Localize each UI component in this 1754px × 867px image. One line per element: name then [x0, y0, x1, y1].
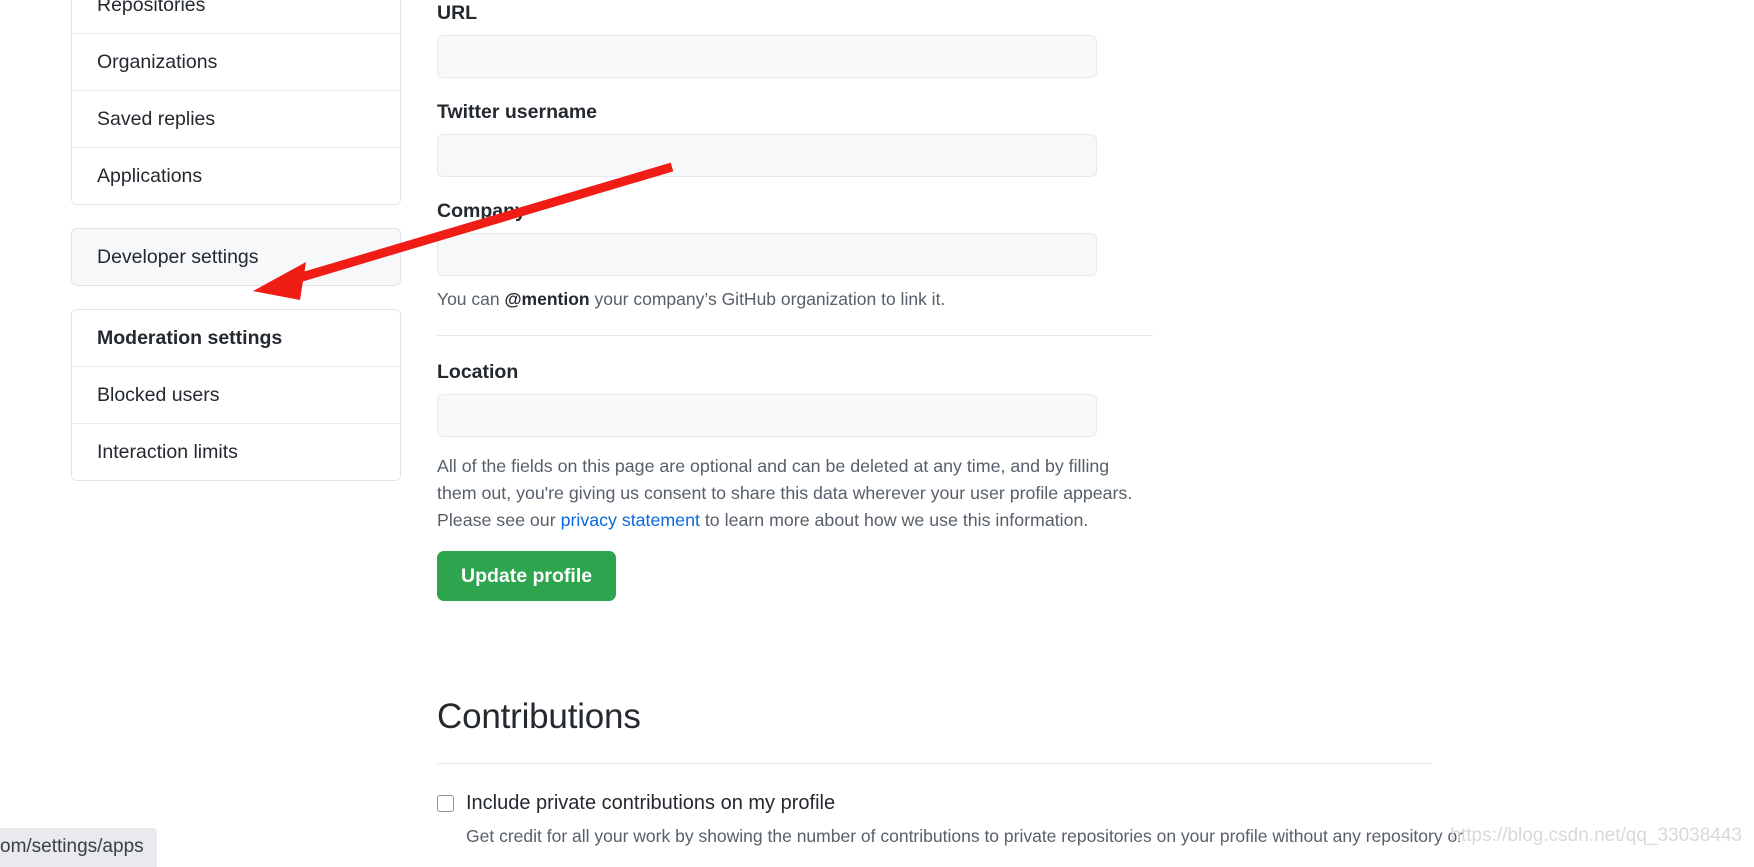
- sidebar-item-organizations[interactable]: Organizations: [72, 34, 400, 91]
- sidebar-group-moderation: Moderation settings Blocked users Intera…: [71, 309, 401, 481]
- sidebar-item-blocked-users[interactable]: Blocked users: [72, 367, 400, 424]
- sidebar-item-moderation-settings[interactable]: Moderation settings: [72, 310, 400, 367]
- company-input[interactable]: [437, 233, 1097, 276]
- privacy-statement-link[interactable]: privacy statement: [561, 510, 700, 530]
- sidebar-group-account: Repositories Organizations Saved replies…: [71, 0, 401, 205]
- include-private-contributions-checkbox[interactable]: [437, 795, 454, 812]
- sidebar-item-interaction-limits[interactable]: Interaction limits: [72, 424, 400, 480]
- field-url: URL: [437, 0, 1557, 78]
- sidebar-item-applications[interactable]: Applications: [72, 148, 400, 204]
- watermark: https://blog.csdn.net/qq_33038443: [1450, 825, 1742, 847]
- disclaimer-text-part2: to learn more about how we use this info…: [699, 510, 1089, 530]
- profile-form: URL Twitter username Company You can @me…: [437, 0, 1557, 849]
- sidebar-item-repositories[interactable]: Repositories: [72, 0, 400, 34]
- field-twitter: Twitter username: [437, 99, 1557, 177]
- sidebar-group-developer: Developer settings: [71, 228, 401, 286]
- twitter-username-label: Twitter username: [437, 101, 598, 123]
- status-url-text: om/settings/apps: [0, 836, 144, 857]
- url-input[interactable]: [437, 35, 1097, 78]
- location-label: Location: [437, 361, 519, 383]
- include-private-contributions-row: Include private contributions on my prof…: [437, 790, 1557, 849]
- twitter-username-input[interactable]: [437, 134, 1097, 177]
- url-label: URL: [437, 2, 478, 24]
- contributions-heading: Contributions: [437, 697, 641, 736]
- include-private-contributions-label[interactable]: Include private contributions on my prof…: [466, 790, 1576, 816]
- sidebar-item-saved-replies[interactable]: Saved replies: [72, 91, 400, 148]
- browser-status-url: om/settings/apps: [0, 828, 157, 867]
- company-help-prefix: You can: [437, 289, 505, 309]
- company-label: Company: [437, 200, 526, 222]
- include-private-contributions-text: Include private contributions on my prof…: [466, 790, 1576, 849]
- field-location: Location: [437, 359, 1557, 437]
- contributions-divider: [437, 763, 1432, 764]
- contributions-section: Contributions Include private contributi…: [437, 693, 1557, 849]
- company-help-text: You can @mention your company’s GitHub o…: [437, 287, 1557, 311]
- update-profile-button[interactable]: Update profile: [437, 551, 617, 601]
- optional-fields-disclaimer: All of the fields on this page are optio…: [437, 453, 1137, 534]
- watermark-text: https://blog.csdn.net/qq_33038443: [1450, 825, 1742, 846]
- sidebar-item-developer-settings[interactable]: Developer settings: [72, 229, 400, 285]
- company-help-mention: @mention: [504, 289, 590, 309]
- settings-sidebar: Repositories Organizations Saved replies…: [71, 0, 401, 504]
- company-help-suffix: your company’s GitHub organization to li…: [589, 289, 946, 309]
- include-private-contributions-help: Get credit for all your work by showing …: [466, 826, 1464, 846]
- location-input[interactable]: [437, 394, 1097, 437]
- field-company: Company You can @mention your company’s …: [437, 198, 1557, 311]
- form-divider: [437, 335, 1153, 336]
- page-root: Repositories Organizations Saved replies…: [0, 0, 1754, 867]
